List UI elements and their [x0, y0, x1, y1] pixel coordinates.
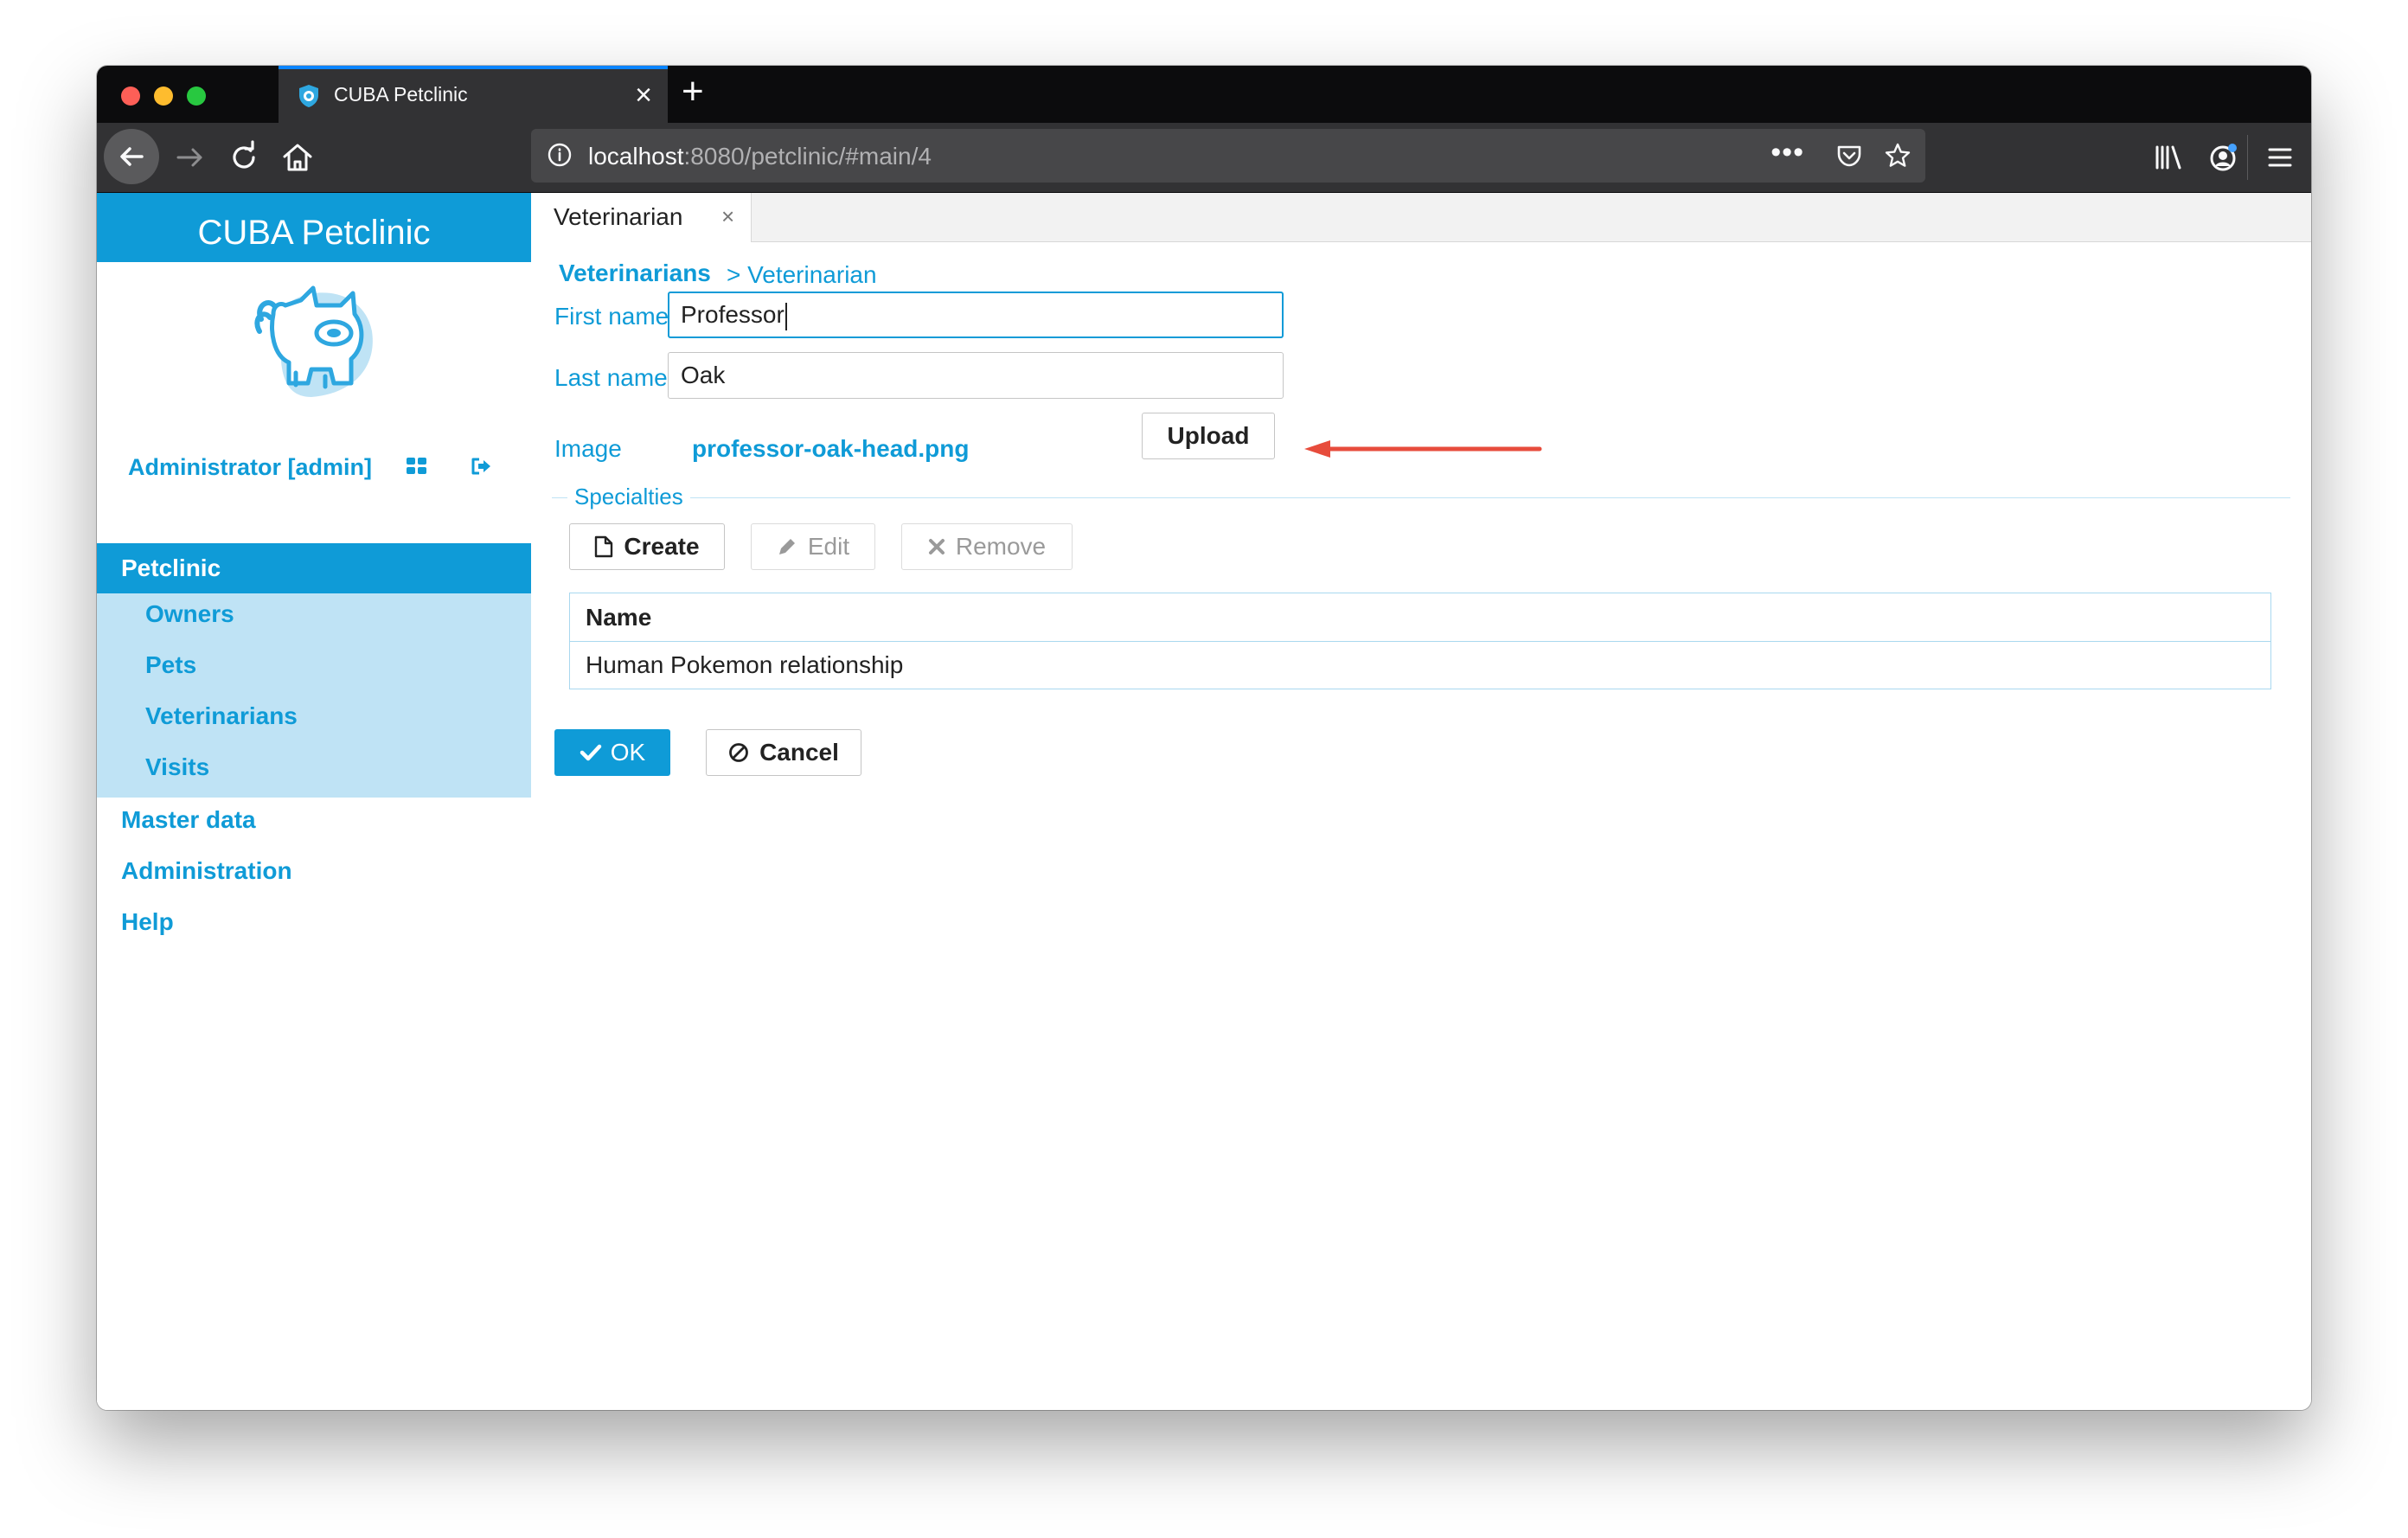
menu-item-owners[interactable]: Owners: [145, 600, 234, 628]
upload-label: Upload: [1167, 422, 1250, 449]
menu-item-pets[interactable]: Pets: [145, 651, 196, 679]
menu-petclinic[interactable]: Petclinic: [97, 543, 531, 593]
petclinic-cat-logo: [254, 285, 373, 397]
menu-item-veterinarians[interactable]: Veterinarians: [145, 702, 298, 730]
browser-tab[interactable]: CUBA Petclinic ×: [279, 66, 668, 123]
last-name-label: Last name: [554, 364, 668, 391]
menu-item-visits[interactable]: Visits: [145, 753, 209, 781]
ok-button[interactable]: OK: [554, 729, 670, 776]
tab-label: Veterinarian: [554, 203, 683, 230]
back-button[interactable]: [104, 129, 159, 184]
breadcrumb-current: > Veterinarian: [727, 261, 877, 288]
window-zoom-button[interactable]: [187, 87, 206, 106]
workspace-tab-bar: Veterinarian ×: [531, 193, 2311, 242]
app-content: CUBA Petclinic Administrator [admin] Pet…: [97, 193, 2311, 1410]
shield-favicon-icon: [299, 85, 318, 107]
breadcrumb-veterinarians-link[interactable]: Veterinarians: [559, 260, 711, 287]
browser-tab-title: CUBA Petclinic: [334, 83, 468, 106]
remove-button[interactable]: Remove: [901, 523, 1073, 570]
ban-icon: [729, 743, 748, 762]
create-label: Create: [624, 533, 700, 560]
petclinic-submenu: Owners Pets Veterinarians Visits: [97, 593, 531, 798]
reload-icon[interactable]: [227, 140, 261, 175]
browser-nav-bar: localhost:8080/petclinic/#main/4 •••: [97, 123, 2311, 193]
times-icon: [928, 539, 945, 554]
checkmark-icon: [580, 744, 602, 761]
cancel-label: Cancel: [759, 739, 839, 766]
arrow-left-icon: [120, 147, 144, 166]
grid-icon[interactable]: [405, 454, 429, 478]
last-name-value: Oak: [681, 362, 726, 388]
bookmark-star-icon[interactable]: [1884, 142, 1912, 170]
annotation-arrow-icon: [1304, 440, 1542, 458]
home-icon[interactable]: [280, 140, 315, 175]
menu-administration[interactable]: Administration: [121, 857, 292, 885]
column-header-name[interactable]: Name: [570, 593, 2270, 642]
text-caret: [785, 302, 787, 330]
url-path: :8080/petclinic/#main/4: [683, 143, 932, 170]
menu-master-data[interactable]: Master data: [121, 806, 256, 834]
upload-button[interactable]: Upload: [1142, 413, 1275, 459]
window-close-button[interactable]: [121, 87, 140, 106]
remove-label: Remove: [955, 533, 1047, 560]
app-brand: CUBA Petclinic: [97, 193, 531, 262]
window-minimize-button[interactable]: [154, 87, 173, 106]
image-file-link[interactable]: professor-oak-head.png: [692, 435, 969, 463]
tab-veterinarian[interactable]: Veterinarian ×: [531, 193, 752, 242]
forward-arrow-icon[interactable]: [173, 140, 208, 175]
browser-window: CUBA Petclinic × + localhost:8080/petcli: [97, 66, 2311, 1410]
table-row[interactable]: Human Pokemon relationship: [570, 642, 2270, 689]
specialties-table: Name Human Pokemon relationship: [569, 593, 2271, 689]
document-icon: [595, 535, 613, 558]
url-host: localhost: [588, 143, 684, 170]
create-button[interactable]: Create: [569, 523, 725, 570]
cancel-button[interactable]: Cancel: [706, 729, 861, 776]
edit-label: Edit: [807, 533, 850, 560]
main-workspace: Veterinarian × Veterinarians > Veterinar…: [531, 193, 2311, 1410]
url-text: localhost:8080/petclinic/#main/4: [588, 143, 932, 170]
site-info-icon[interactable]: [547, 142, 573, 168]
page-actions-icon[interactable]: •••: [1771, 136, 1804, 170]
menu-help[interactable]: Help: [121, 908, 174, 936]
first-name-value: Professor: [681, 301, 785, 328]
logout-icon[interactable]: [469, 454, 493, 478]
browser-tab-close-icon[interactable]: ×: [635, 78, 652, 112]
tab-close-icon[interactable]: ×: [721, 203, 734, 230]
sidebar: CUBA Petclinic Administrator [admin] Pet…: [97, 193, 531, 1410]
edit-button[interactable]: Edit: [751, 523, 875, 570]
pencil-icon: [778, 539, 795, 554]
current-user-label: Administrator [admin]: [128, 454, 373, 480]
hamburger-menu-icon[interactable]: [2263, 140, 2297, 175]
specialties-legend: Specialties: [567, 484, 690, 510]
address-bar[interactable]: localhost:8080/petclinic/#main/4 •••: [531, 129, 1925, 183]
image-label: Image: [554, 435, 622, 462]
first-name-label: First name: [554, 303, 669, 330]
ok-label: OK: [610, 739, 646, 766]
library-icon[interactable]: [2152, 140, 2187, 175]
first-name-field[interactable]: Professor: [668, 292, 1284, 338]
browser-tab-bar: CUBA Petclinic × +: [97, 66, 2311, 123]
account-icon[interactable]: [2206, 140, 2240, 175]
pocket-icon[interactable]: [1835, 142, 1863, 170]
last-name-field[interactable]: Oak: [668, 352, 1284, 399]
toolbar-separator: [2247, 135, 2248, 180]
specialties-group-border: [552, 497, 2290, 498]
new-tab-button[interactable]: +: [682, 73, 704, 111]
